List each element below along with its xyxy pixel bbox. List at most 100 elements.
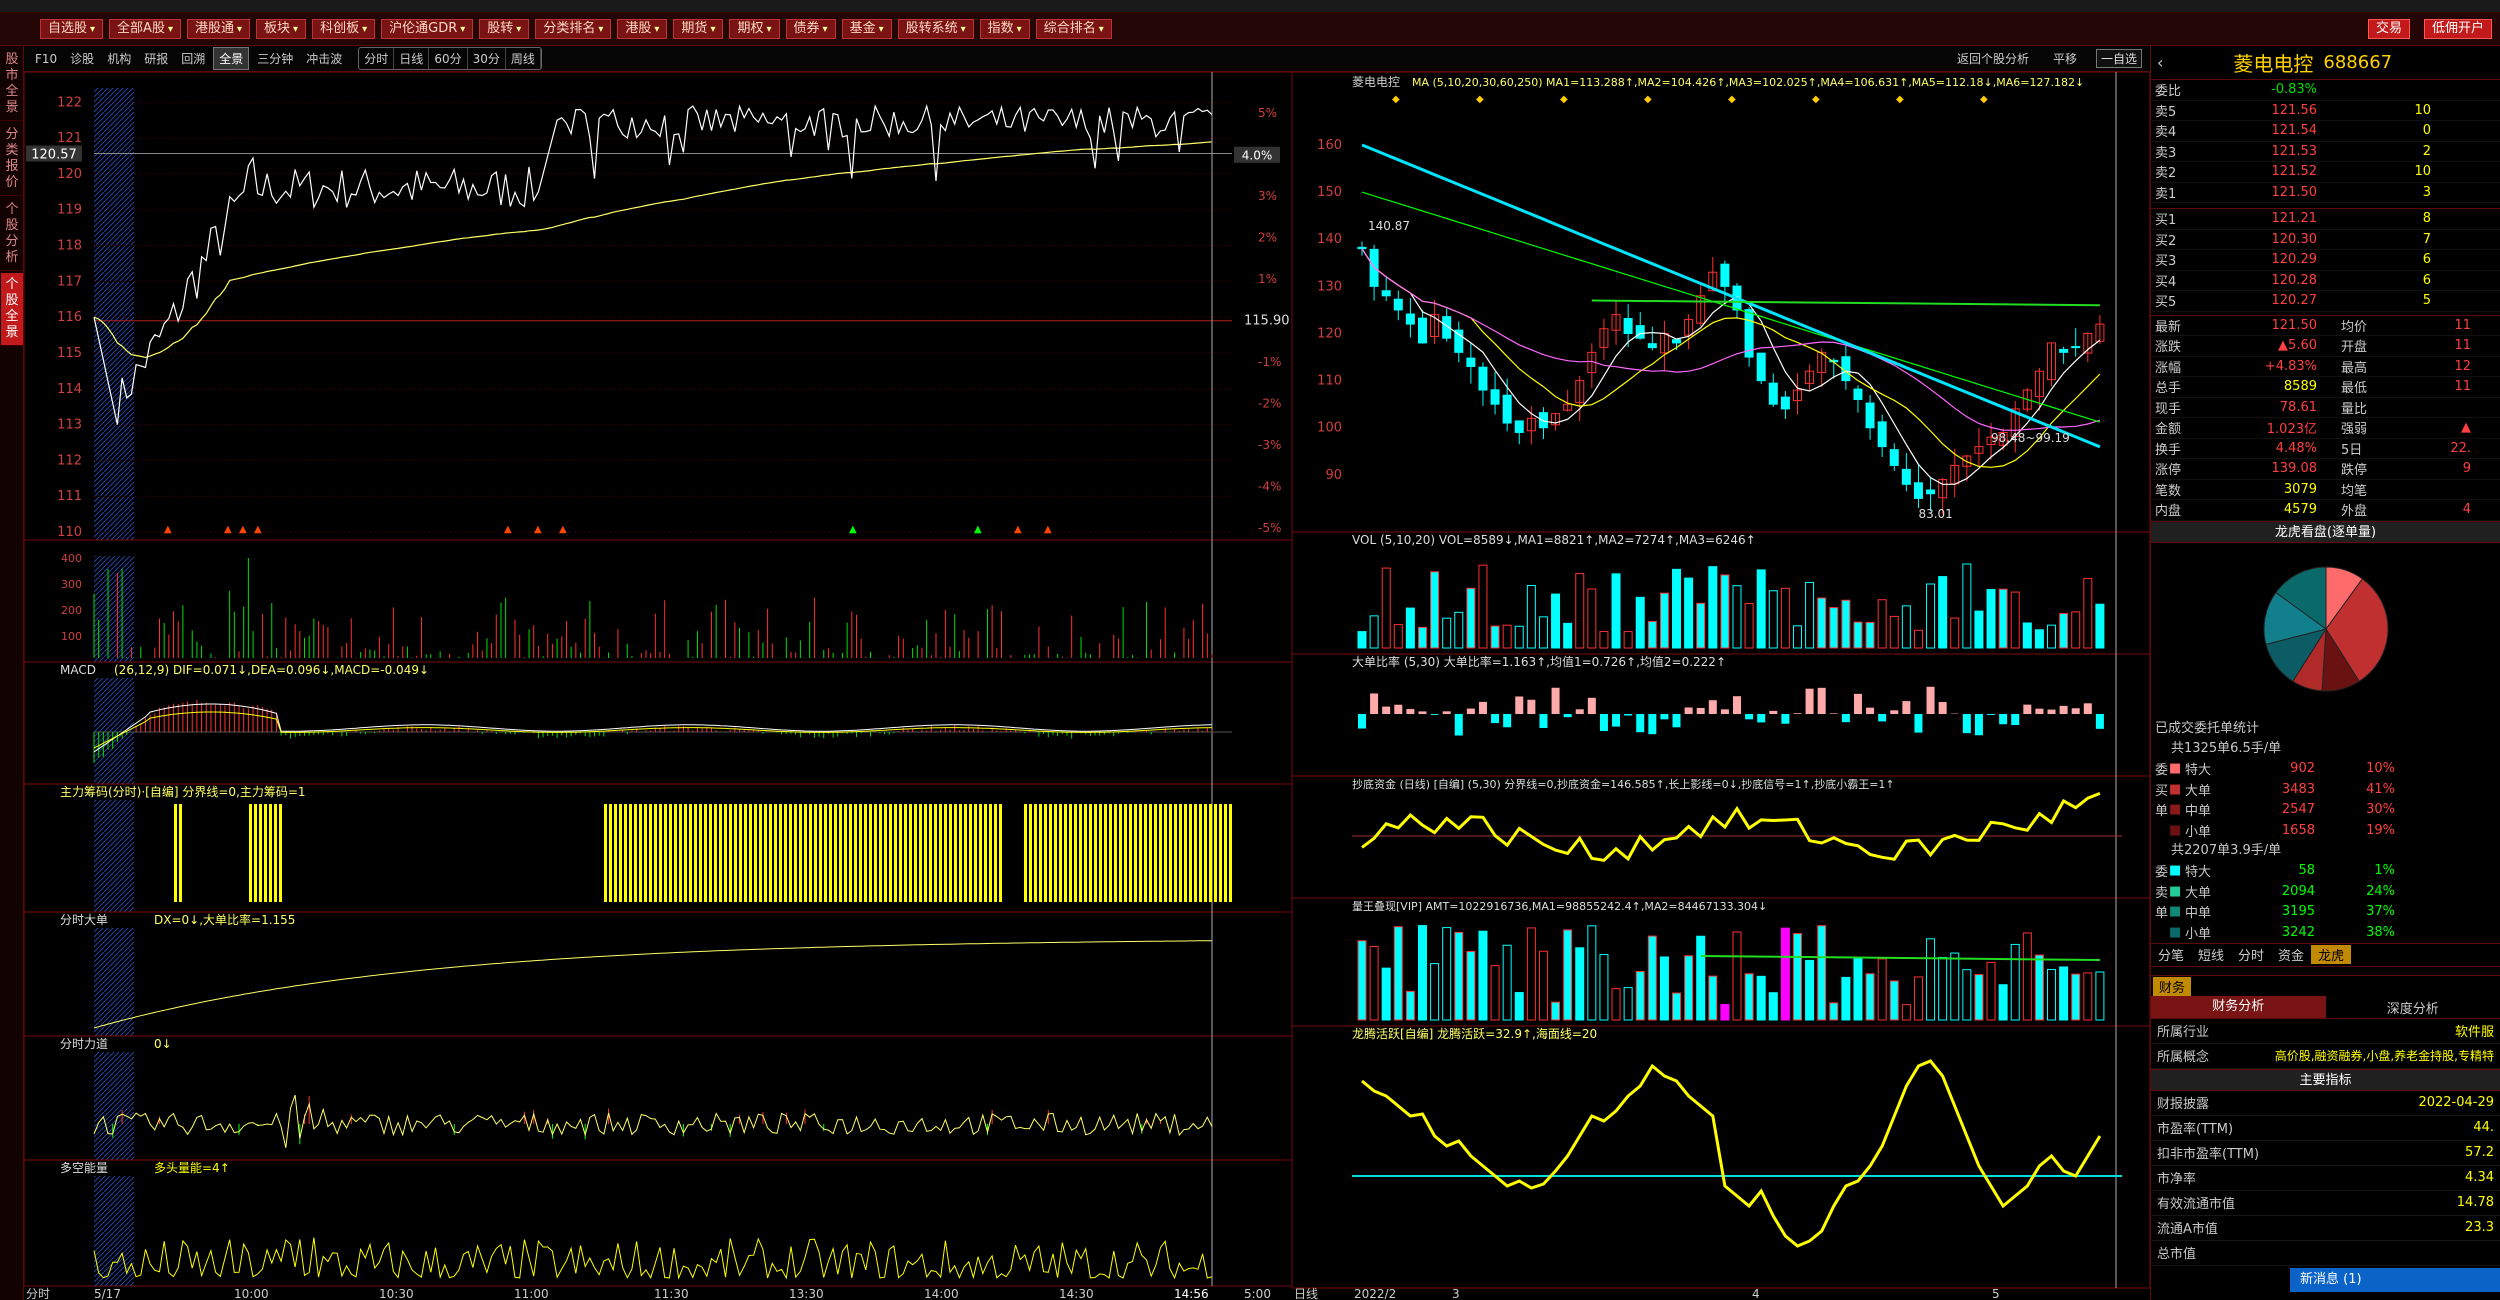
tab-5[interactable]: 全景: [213, 47, 250, 70]
period-group: 分时 日线 60分 30分 周线: [358, 47, 542, 70]
toolbar-button-0[interactable]: 自选股 ▾: [40, 19, 104, 39]
vol-king-bar: [1841, 976, 1851, 1021]
vol-king-bar: [2034, 954, 2044, 1021]
tab-deep-analysis[interactable]: 深度分析: [2326, 998, 2500, 1017]
left-tab-2[interactable]: 个 股 分 析: [1, 198, 23, 271]
toolbar-button-7[interactable]: 分类排名 ▾: [535, 19, 612, 39]
mini-tab-3[interactable]: 资金: [2271, 945, 2311, 964]
kline-vol-bar: [2034, 629, 2044, 649]
toolbar-button-4[interactable]: 科创板 ▾: [312, 19, 376, 39]
back-button[interactable]: 返回个股分析: [1952, 48, 2034, 69]
kline-price-tick-7: 90: [1325, 468, 1342, 483]
kline-candle: [1780, 396, 1790, 410]
book-row[interactable]: 买1 121.21 8: [2151, 209, 2500, 230]
time-tick-3: 11:00: [514, 1287, 549, 1300]
tab-0[interactable]: F10: [30, 50, 62, 68]
tab-1[interactable]: 诊股: [65, 48, 99, 69]
toolbar-button-1[interactable]: 全部A股 ▾: [109, 19, 181, 39]
kline-vol-bar: [1732, 585, 1742, 649]
intra-panel-frame: [24, 911, 1292, 1037]
toolbar-button-2[interactable]: 港股通 ▾: [186, 19, 251, 39]
toolbar-button-14[interactable]: 指数 ▾: [979, 19, 1030, 39]
order-count: 3195: [2281, 904, 2315, 920]
chip-bar: [1079, 804, 1082, 902]
order-side: 委: [2155, 763, 2169, 779]
kline-vol-bar: [1780, 587, 1790, 649]
chip-bar: [1149, 804, 1152, 902]
left-tab-0[interactable]: 股 市 全 景: [1, 48, 23, 121]
mini-tab-2[interactable]: 分时: [2231, 945, 2271, 964]
tab-2[interactable]: 机构: [102, 48, 136, 69]
mini-tab-4[interactable]: 龙虎: [2311, 945, 2352, 964]
book-price: 120.27: [2271, 293, 2318, 309]
toolbar-button-15[interactable]: 综合排名 ▾: [1035, 19, 1112, 39]
book-volume: 10: [2414, 102, 2431, 118]
chip-bar: [804, 804, 807, 902]
signal-marker: ▲: [1044, 524, 1052, 535]
tab-3[interactable]: 研报: [139, 48, 173, 69]
toolbar-button-11[interactable]: 债券 ▾: [785, 19, 836, 39]
book-row[interactable]: 卖4 121.54 0: [2151, 121, 2500, 142]
toolbar-right-button-1[interactable]: 低佣开户: [2423, 19, 2492, 39]
toolbar-button-8[interactable]: 港股 ▾: [617, 19, 668, 39]
period-tab-1[interactable]: 日线: [394, 48, 430, 69]
stat-label-2: 均价: [2341, 319, 2368, 335]
tab-7[interactable]: 冲击波: [301, 48, 347, 69]
ask-book: 卖5 121.56 10 卖4 121.54 0 卖3 121.53 2 卖2 121.52 10 卖1…: [2151, 101, 2500, 203]
order-side: 买: [2155, 783, 2169, 799]
tab-finance[interactable]: 财务: [2153, 976, 2192, 996]
price-tick-7: 115: [57, 346, 82, 361]
period-tab-0[interactable]: 分时: [359, 48, 395, 69]
vol-king-bar: [1938, 956, 1948, 1021]
stock-code: 688667: [2323, 52, 2393, 73]
price-cursor-label: 120.57: [31, 148, 77, 163]
toolbar-button-5[interactable]: 沪伦通GDR ▾: [381, 19, 474, 39]
book-row[interactable]: 卖1 121.50 3: [2151, 183, 2500, 203]
book-row[interactable]: 买3 120.29 6: [2151, 250, 2500, 271]
energy-line: [93, 1237, 1213, 1280]
stat-value: ▲5.60: [2278, 338, 2317, 354]
toolbar-button-13[interactable]: 股转系统 ▾: [897, 19, 974, 39]
book-row[interactable]: 卖2 121.52 10: [2151, 162, 2500, 183]
toolbar-button-9[interactable]: 期货 ▾: [673, 19, 724, 39]
news-bar[interactable]: 新消息 (1): [2290, 1268, 2500, 1292]
chip-bar: [884, 804, 887, 902]
period-tab-3[interactable]: 30分: [468, 48, 506, 69]
left-tab-1[interactable]: 分 类 报 价: [1, 123, 23, 196]
toolbar-right-button-0[interactable]: 交易: [2367, 19, 2410, 39]
period-tab-2[interactable]: 60分: [429, 48, 468, 69]
left-tab-3[interactable]: 个 股 全 景: [1, 273, 23, 346]
watchlist-select[interactable]: 一自选: [2095, 49, 2142, 68]
book-row[interactable]: 买4 120.28 6: [2151, 271, 2500, 291]
back-arrow-icon[interactable]: ‹: [2157, 53, 2163, 72]
intraday-chart[interactable]: 122 121 120 119 118 117 116 115 114 113 112 111 110 1…: [24, 72, 1292, 1300]
tab-6[interactable]: 三分钟: [252, 48, 298, 69]
finance-label: 市盈率(TTM): [2157, 1122, 2234, 1137]
chip-bar: [889, 804, 892, 902]
kline-xtick-0[interactable]: 日线: [1294, 1287, 1318, 1300]
tab-finance-analysis[interactable]: 财务分析: [2151, 996, 2326, 1018]
toolbar-button-10[interactable]: 期权 ▾: [729, 19, 780, 39]
toolbar-button-3[interactable]: 板块 ▾: [256, 19, 307, 39]
signal-marker: ▲: [239, 524, 247, 535]
book-row[interactable]: 卖3 121.53 2: [2151, 142, 2500, 162]
stat-label: 现手: [2155, 401, 2182, 417]
period-tab-4[interactable]: 周线: [506, 48, 541, 69]
axis-mode-label[interactable]: 分时: [26, 1287, 50, 1300]
book-row[interactable]: 买5 120.27 5: [2151, 291, 2500, 312]
toolbar-button-6[interactable]: 股转 ▾: [479, 19, 530, 39]
chip-bar: [914, 804, 917, 902]
kline-vol-bar: [1611, 573, 1621, 649]
flat-button[interactable]: 平移: [2048, 48, 2082, 69]
book-row[interactable]: 买2 120.30 7: [2151, 230, 2500, 250]
daily-kline-chart[interactable]: 菱电电控 MA (5,10,20,30,60,250) MA1=113.288↑,…: [1292, 72, 2150, 1300]
mini-tab-0[interactable]: 分笔: [2151, 945, 2191, 964]
tab-4[interactable]: 回溯: [176, 48, 210, 69]
kline-candle: [1538, 412, 1548, 429]
book-row[interactable]: 卖5 121.56 10: [2151, 101, 2500, 121]
mini-tab-1[interactable]: 短线: [2191, 945, 2231, 964]
chip-bar: [789, 804, 792, 902]
kline-vol-bar: [1817, 597, 1827, 649]
kline-vol-bar: [2059, 613, 2069, 649]
toolbar-button-12[interactable]: 基金 ▾: [841, 19, 892, 39]
